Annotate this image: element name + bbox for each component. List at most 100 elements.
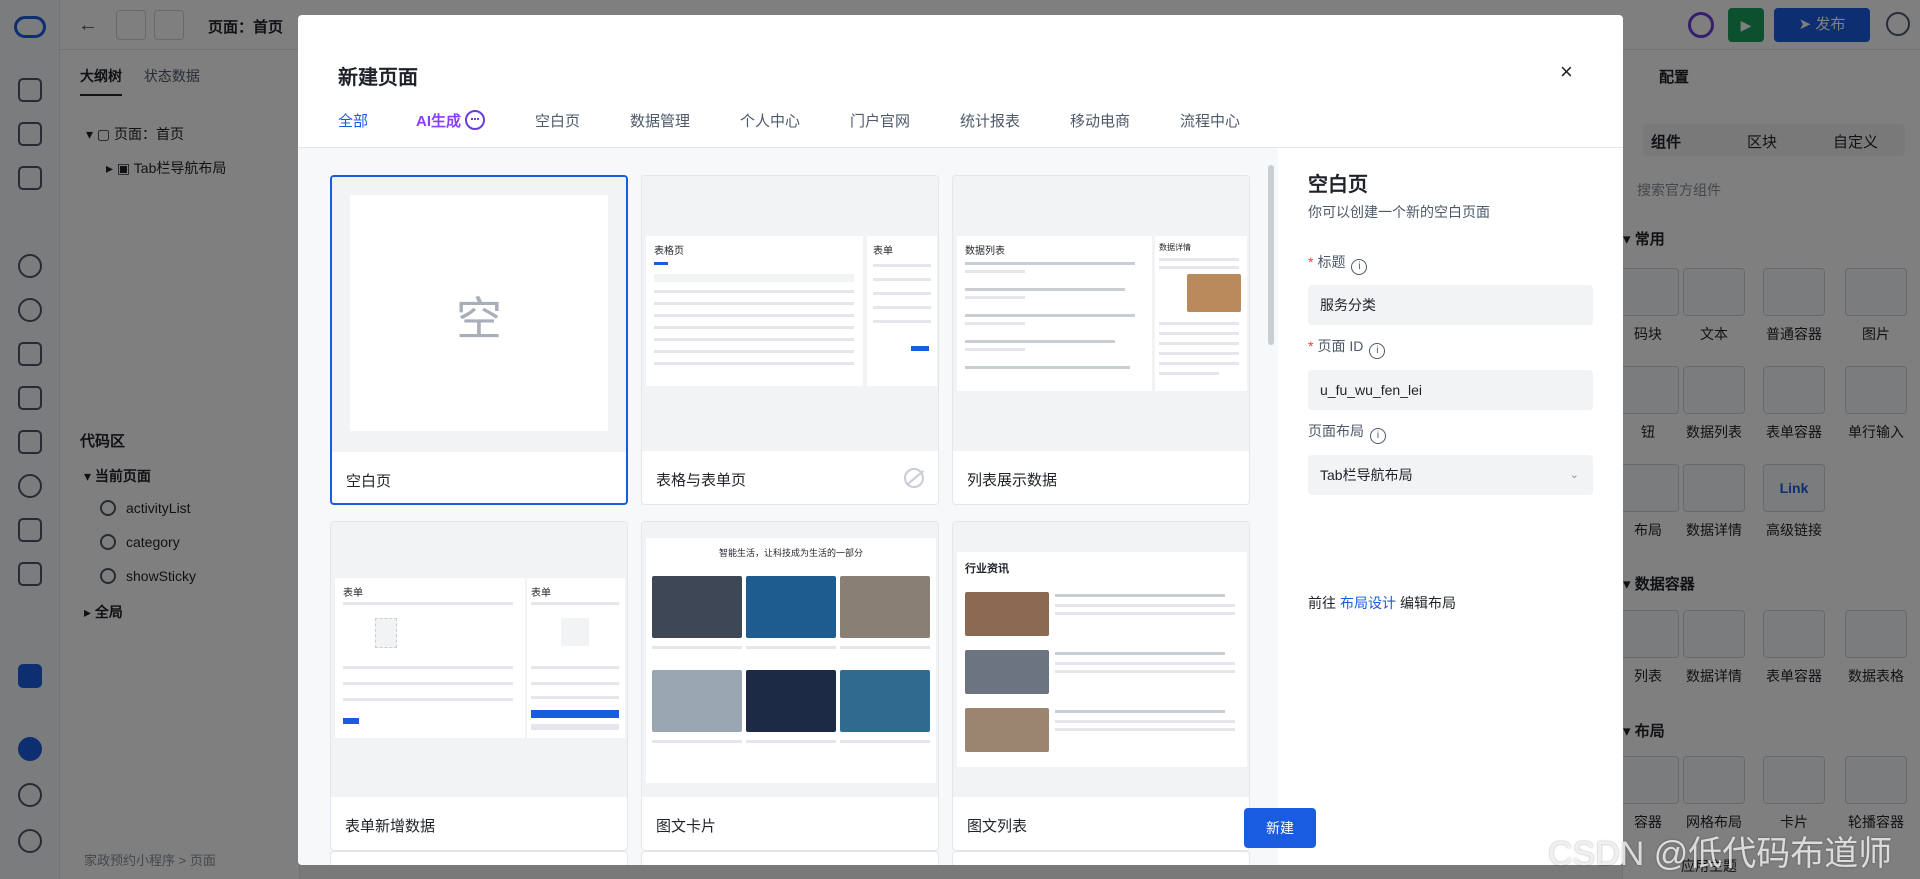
mini-image — [965, 650, 1049, 694]
mini-line — [343, 698, 513, 701]
mini-line — [1055, 662, 1235, 665]
mini-line — [531, 682, 619, 685]
dialog-title: 新建页面 — [338, 67, 418, 89]
layout-label-text: 页面布局 — [1308, 423, 1364, 439]
mini-image — [965, 708, 1049, 752]
mini-line — [873, 292, 931, 295]
mini-line — [654, 262, 668, 265]
mini-line — [343, 718, 359, 724]
title-input[interactable]: 服务分类 — [1308, 285, 1593, 325]
mini-line — [965, 340, 1115, 343]
required-mark: * — [1308, 254, 1314, 270]
mini-line — [1159, 372, 1219, 375]
mini-line — [873, 306, 931, 309]
title-label-text: 标题 — [1317, 254, 1346, 270]
mini-line — [1055, 604, 1235, 607]
tab-personal-center[interactable]: 个人中心 — [740, 110, 800, 131]
mini-line — [1159, 332, 1239, 335]
template-card-blank[interactable]: 空 空白页 — [330, 175, 628, 505]
mini-line — [531, 696, 619, 699]
template-label: 空白页 — [346, 473, 392, 490]
mini-image — [652, 576, 742, 638]
eye-off-icon[interactable] — [904, 468, 924, 488]
mini-line — [654, 350, 854, 353]
mini-line — [873, 320, 931, 323]
chevron-down-icon: ⌄ — [1569, 469, 1579, 481]
mini-line — [873, 264, 931, 267]
mini-line — [654, 290, 854, 293]
mini-line — [965, 270, 1025, 273]
tab-statistics[interactable]: 统计报表 — [960, 110, 1020, 131]
mini-line — [1055, 594, 1225, 597]
mini-card-page: 智能生活，让科技成为生活的一部分 — [646, 538, 936, 783]
mini-form-page-title: 表单 — [343, 588, 363, 599]
template-card-partial[interactable] — [641, 851, 939, 865]
template-preview: 行业资讯 — [953, 522, 1249, 797]
mini-line — [1055, 720, 1235, 723]
page-id-field-label: * 页面 ID i — [1308, 336, 1386, 359]
mini-line — [1159, 322, 1239, 325]
info-icon[interactable]: i — [1351, 259, 1368, 275]
layout-select-value: Tab栏导航布局 — [1320, 467, 1413, 483]
mini-line — [654, 338, 854, 341]
mini-form-drawer: 表单 — [527, 578, 625, 738]
layout-field-label: 页面布局 i — [1308, 421, 1386, 444]
template-card-form-add[interactable]: 表单 表单 表单新增数据 — [330, 521, 628, 851]
mini-form-page: 表单 — [335, 578, 525, 738]
mini-line — [654, 314, 854, 317]
mini-line — [965, 322, 1025, 325]
template-card-list[interactable]: 数据列表 数据详情 列表展示数据 — [952, 175, 1250, 505]
mini-upload — [375, 618, 397, 648]
blank-canvas: 空 — [350, 195, 608, 431]
mini-line — [531, 666, 619, 669]
template-card-image-list[interactable]: 行业资讯 图文列表 — [952, 521, 1250, 851]
tab-ai-generate[interactable]: AI生成 — [416, 110, 486, 131]
tab-mobile-commerce[interactable]: 移动电商 — [1070, 110, 1130, 131]
create-button[interactable]: 新建 — [1244, 808, 1316, 848]
tab-blank[interactable]: 空白页 — [535, 110, 580, 131]
mini-line — [652, 740, 742, 743]
close-icon[interactable]: × — [1560, 59, 1573, 85]
mini-news-page: 行业资讯 — [957, 552, 1247, 767]
mini-line — [343, 602, 513, 605]
grid-scrollbar[interactable] — [1268, 165, 1274, 345]
tab-ai-label: AI生成 — [416, 113, 462, 130]
mini-image — [746, 576, 836, 638]
mini-card-headline: 智能生活，让科技成为生活的一部分 — [718, 548, 863, 558]
mini-line — [746, 740, 836, 743]
template-card-partial[interactable] — [330, 851, 628, 865]
template-label: 表单新增数据 — [345, 818, 436, 835]
template-preview: 数据列表 数据详情 — [953, 176, 1249, 451]
tab-all[interactable]: 全部 — [338, 110, 368, 131]
template-preview: 表格页 表单 — [642, 176, 938, 451]
layout-design-link[interactable]: 布局设计 — [1340, 595, 1396, 611]
mini-image — [840, 576, 930, 638]
template-preview: 表单 表单 — [331, 522, 627, 797]
template-detail-panel: 空白页 你可以创建一个新的空白页面 * 标题 i 服务分类 * 页面 ID i u_fu… — [1278, 148, 1623, 865]
tab-process-center[interactable]: 流程中心 — [1180, 110, 1240, 131]
template-label: 图文卡片 — [656, 818, 717, 835]
info-icon[interactable]: i — [1370, 428, 1386, 444]
mini-list-page: 数据列表 — [957, 236, 1152, 391]
layout-select[interactable]: Tab栏导航布局 ⌄ — [1308, 455, 1593, 495]
template-card-image-cards[interactable]: 智能生活，让科技成为生活的一部分 图文卡片 — [641, 521, 939, 851]
mini-table-page: 表格页 — [646, 236, 863, 386]
mini-line — [965, 348, 1025, 351]
detail-title: 空白页 — [1308, 174, 1368, 196]
info-icon[interactable]: i — [1369, 343, 1386, 359]
tab-portal[interactable]: 门户官网 — [850, 110, 910, 131]
mini-image — [746, 670, 836, 732]
template-card-table-form[interactable]: 表格页 表单 表格与表单页 — [641, 175, 939, 505]
template-card-partial[interactable] — [952, 851, 1250, 865]
title-field-label: * 标题 i — [1308, 252, 1368, 275]
mini-line — [746, 646, 836, 649]
tab-data-management[interactable]: 数据管理 — [630, 110, 690, 131]
mini-line — [1159, 266, 1239, 269]
required-mark: * — [1308, 338, 1314, 354]
mini-list-title: 数据列表 — [965, 246, 1005, 257]
mini-line — [965, 288, 1125, 291]
mini-line — [1055, 670, 1235, 673]
page-id-input[interactable]: u_fu_wu_fen_lei — [1308, 370, 1593, 410]
mini-line — [654, 274, 854, 282]
mini-line — [654, 302, 854, 305]
